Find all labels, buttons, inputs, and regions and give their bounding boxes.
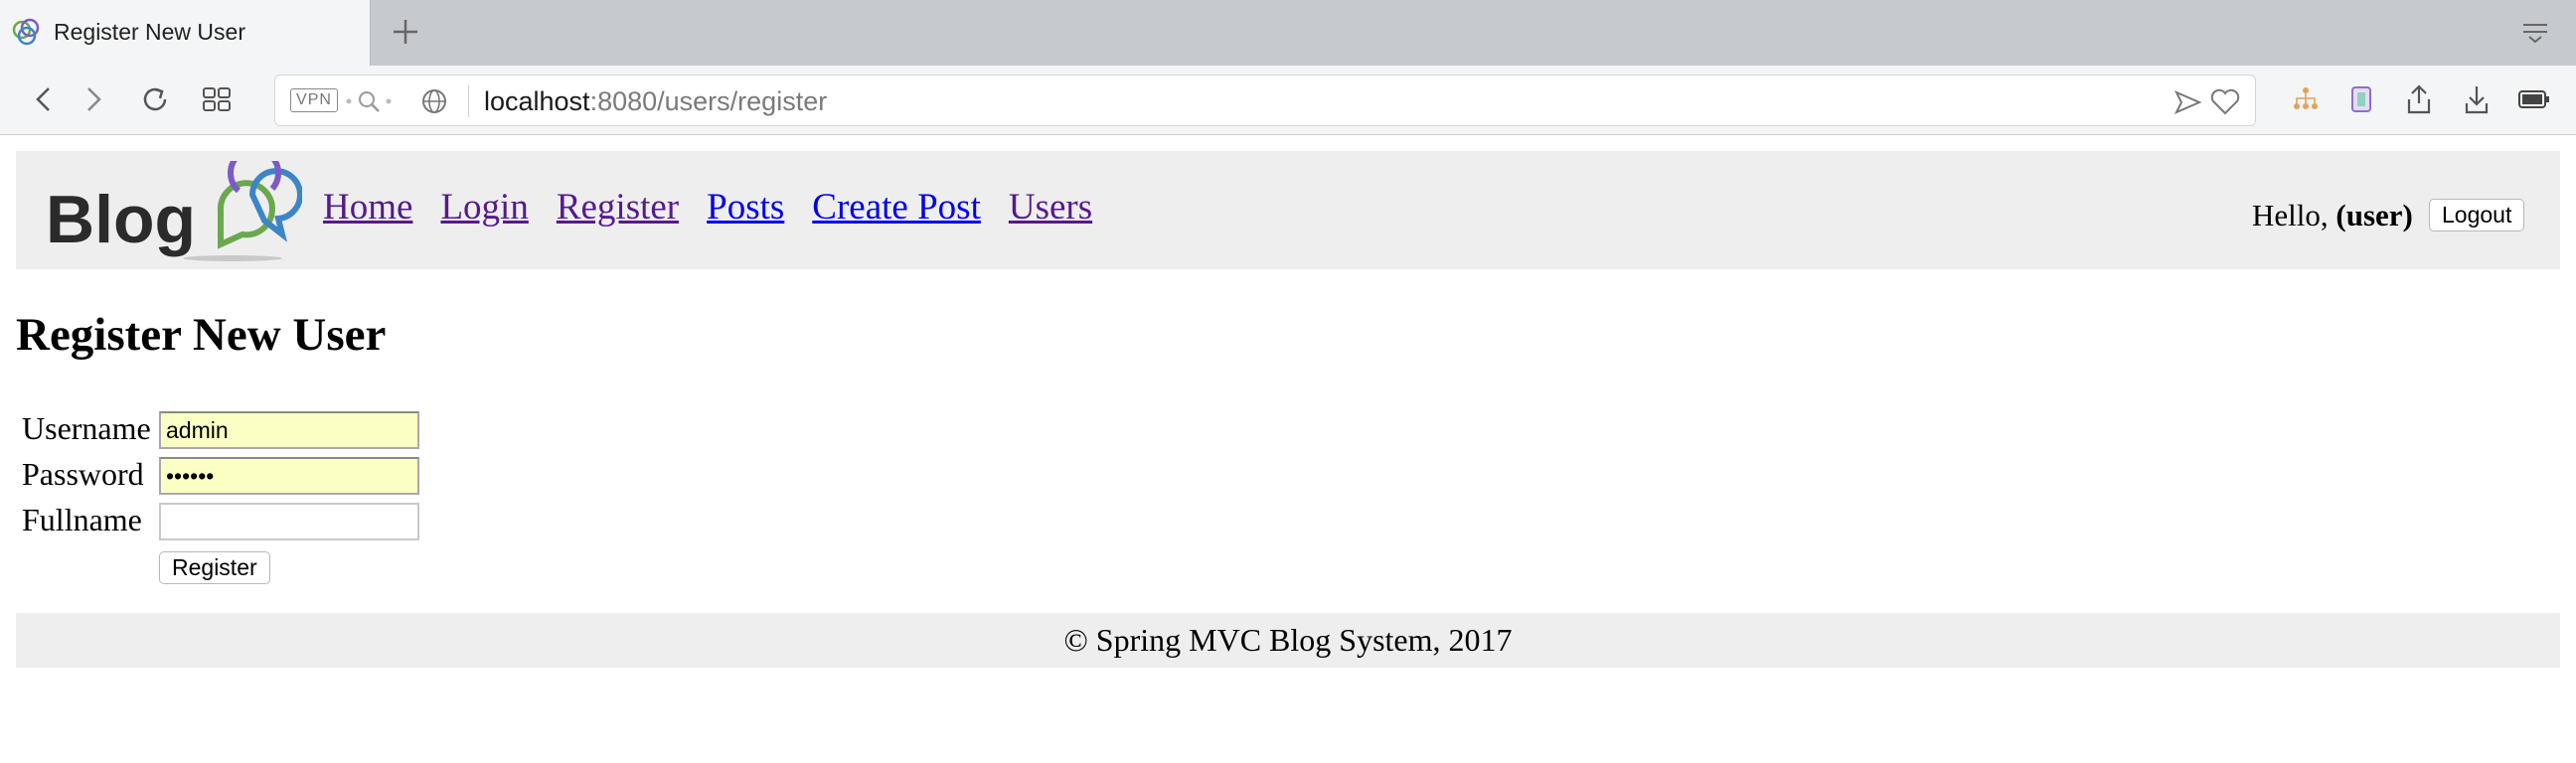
nav-link-create-post[interactable]: Create Post xyxy=(812,186,981,229)
nav-link-login[interactable]: Login xyxy=(440,186,528,229)
user-greeting: Hello, (user) xyxy=(2252,198,2413,232)
download-icon[interactable] xyxy=(2457,79,2496,119)
extension-puzzle-icon[interactable] xyxy=(2341,79,2381,119)
logo-text: Blog xyxy=(46,182,196,257)
register-button[interactable]: Register xyxy=(159,551,270,584)
back-icon[interactable] xyxy=(24,79,64,119)
password-label: Password xyxy=(22,456,144,492)
username-input[interactable] xyxy=(159,411,419,449)
site-header: Blog Home Login Register Posts Create Po… xyxy=(16,151,2560,269)
logout-button[interactable]: Logout xyxy=(2429,199,2525,231)
extension-network-icon[interactable] xyxy=(2286,79,2326,119)
speed-dial-icon[interactable] xyxy=(197,79,237,119)
browser-tab-bar: Register New User xyxy=(0,0,2576,66)
fullname-label: Fullname xyxy=(22,502,142,537)
globe-icon[interactable] xyxy=(420,87,448,115)
bookmark-heart-icon[interactable] xyxy=(2209,88,2241,116)
password-input[interactable] xyxy=(159,457,419,495)
fullname-input[interactable] xyxy=(159,503,419,540)
forward-icon[interactable] xyxy=(74,79,113,119)
send-icon[interactable] xyxy=(2174,89,2201,115)
site-footer: © Spring MVC Blog System, 2017 xyxy=(16,613,2560,668)
nav-link-home[interactable]: Home xyxy=(323,186,412,229)
browser-tab-active[interactable]: Register New User xyxy=(0,0,371,66)
url-separator xyxy=(468,85,469,117)
current-username: (user) xyxy=(2335,198,2413,232)
blog-logo[interactable]: Blog xyxy=(44,161,302,264)
nav-link-posts[interactable]: Posts xyxy=(707,186,784,229)
vpn-badge[interactable]: VPN xyxy=(290,88,338,112)
new-tab-icon[interactable] xyxy=(388,14,423,50)
security-key-icon[interactable] xyxy=(345,89,414,113)
page-title: Register New User xyxy=(16,309,387,361)
url-text[interactable]: localhost:8080/users/register xyxy=(484,86,827,117)
nav-link-users[interactable]: Users xyxy=(1009,186,1092,229)
site-favicon-icon xyxy=(12,18,40,46)
reload-icon[interactable] xyxy=(135,79,175,119)
battery-icon[interactable] xyxy=(2514,79,2554,119)
browser-toolbar: VPN localhost:8080/users/register xyxy=(0,66,2576,135)
username-label: Username xyxy=(22,410,151,446)
nav-link-register[interactable]: Register xyxy=(557,186,679,229)
address-bar[interactable]: VPN localhost:8080/users/register xyxy=(274,75,2256,126)
main-nav: Home Login Register Posts Create Post Us… xyxy=(323,186,1092,229)
share-icon[interactable] xyxy=(2399,79,2439,119)
tab-title: Register New User xyxy=(54,19,245,45)
tab-list-menu-icon[interactable] xyxy=(2520,20,2550,46)
